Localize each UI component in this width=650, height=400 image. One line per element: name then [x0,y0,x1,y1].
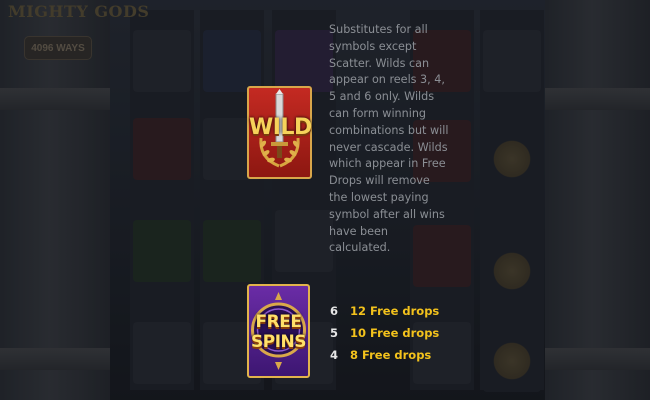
payout-reward: 10 Free drops [350,326,440,340]
wild-symbol-icon: WILD [247,86,312,179]
payout-row: 5 10 Free drops [330,322,439,344]
free-spins-payout-list: 6 12 Free drops 5 10 Free drops 4 8 Free… [330,300,439,366]
wild-symbol-label: WILD [249,115,312,140]
dim-overlay [0,0,650,400]
payout-reward: 12 Free drops [350,304,440,318]
payout-count: 6 [330,304,339,318]
payout-row: 4 8 Free drops [330,344,439,366]
payout-reward: 8 Free drops [350,348,432,362]
game-board-background: MIGHTY GODS 4096 WAYS [0,0,650,400]
free-spins-label-line2: SPINS [251,332,307,352]
payout-count: 4 [330,348,339,362]
payout-row: 6 12 Free drops [330,300,439,322]
wild-description: Substitutes for all symbols except Scatt… [329,23,449,255]
free-spins-label-line1: FREE [255,312,302,332]
payout-count: 5 [330,326,339,340]
free-spins-symbol-icon: FREE SPINS [247,284,310,378]
